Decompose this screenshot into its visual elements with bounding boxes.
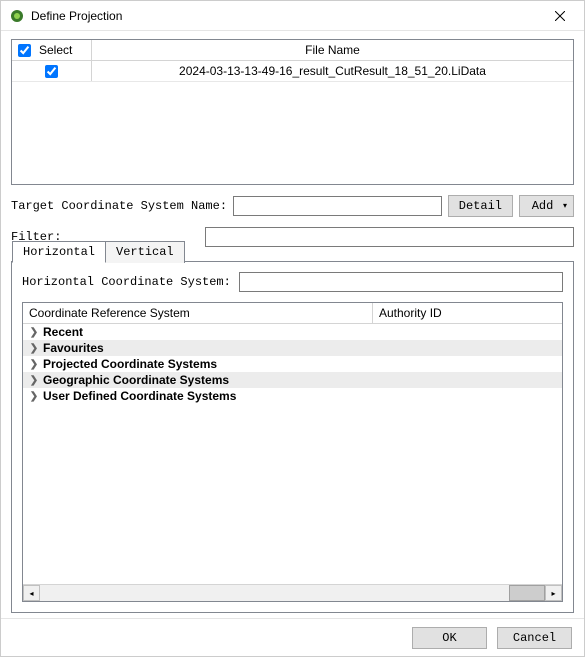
file-table-header: Select File Name [12, 40, 573, 61]
chevron-right-icon: ❯ [29, 327, 39, 338]
select-all-checkbox[interactable] [18, 44, 31, 57]
scroll-track[interactable] [40, 585, 545, 601]
select-all-header[interactable]: Select [12, 40, 92, 60]
tree-item[interactable]: ❯ Favourites [23, 340, 562, 356]
crs-header-name[interactable]: Coordinate Reference System [23, 303, 373, 323]
tab-vertical[interactable]: Vertical [105, 241, 185, 263]
chevron-right-icon: ❯ [29, 359, 39, 370]
tree-item[interactable]: ❯ User Defined Coordinate Systems [23, 388, 562, 404]
file-table: Select File Name 2024-03-13-13-49-16_res… [11, 39, 574, 185]
tree-item-label: User Defined Coordinate Systems [43, 389, 236, 403]
filename-header: File Name [92, 40, 573, 60]
tree-item-label: Projected Coordinate Systems [43, 357, 217, 371]
row-checkbox[interactable] [45, 65, 58, 78]
scroll-right-arrow[interactable]: ▸ [545, 585, 562, 601]
scroll-thumb[interactable] [509, 585, 545, 601]
horizontal-scrollbar[interactable]: ◂ ▸ [23, 584, 562, 601]
tree-item-label: Recent [43, 325, 83, 339]
tree-item[interactable]: ❯ Recent [23, 324, 562, 340]
tree-item-label: Favourites [43, 341, 104, 355]
scroll-left-arrow[interactable]: ◂ [23, 585, 40, 601]
cancel-button[interactable]: Cancel [497, 627, 572, 649]
tree-item[interactable]: ❯ Projected Coordinate Systems [23, 356, 562, 372]
window-title: Define Projection [31, 9, 122, 23]
chevron-right-icon: ❯ [29, 343, 39, 354]
table-row[interactable]: 2024-03-13-13-49-16_result_CutResult_18_… [12, 61, 573, 82]
app-icon [9, 8, 25, 24]
tab-container: Horizontal Vertical Horizontal Coordinat… [11, 261, 574, 613]
crs-header-auth[interactable]: Authority ID [373, 303, 562, 323]
horizontal-coord-label: Horizontal Coordinate System: [22, 275, 231, 289]
target-coord-label: Target Coordinate System Name: [11, 199, 227, 213]
add-button[interactable]: Add [519, 195, 574, 217]
crs-tree[interactable]: ❯ Recent ❯ Favourites ❯ Projected Coordinate … [23, 324, 562, 584]
row-filename: 2024-03-13-13-49-16_result_CutResult_18_… [92, 61, 573, 81]
chevron-right-icon: ❯ [29, 375, 39, 386]
target-coord-input[interactable] [233, 196, 442, 216]
chevron-right-icon: ❯ [29, 391, 39, 402]
crs-table: Coordinate Reference System Authority ID… [22, 302, 563, 602]
titlebar: Define Projection [1, 1, 584, 31]
dialog-footer: OK Cancel [1, 618, 584, 656]
horizontal-coord-input[interactable] [239, 272, 563, 292]
tree-item-label: Geographic Coordinate Systems [43, 373, 229, 387]
detail-button[interactable]: Detail [448, 195, 513, 217]
tab-horizontal[interactable]: Horizontal [12, 241, 106, 263]
tree-item[interactable]: ❯ Geographic Coordinate Systems [23, 372, 562, 388]
ok-button[interactable]: OK [412, 627, 487, 649]
close-button[interactable] [540, 2, 580, 30]
select-header-label: Select [39, 43, 72, 57]
